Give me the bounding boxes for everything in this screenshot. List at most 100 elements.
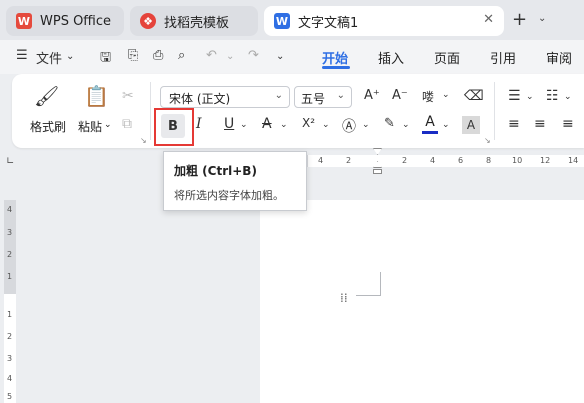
tab-label: 文字文稿1 [298, 15, 359, 31]
margin-corner-mark [356, 295, 380, 296]
clipboard-expand-icon[interactable]: ↘ [140, 136, 147, 145]
chevron-down-icon[interactable]: ⌄ [442, 90, 450, 100]
print-icon[interactable]: ⎙ [153, 48, 163, 63]
redo-icon[interactable]: ↷ [248, 48, 259, 63]
align-right-icon[interactable]: ≡ [562, 116, 574, 132]
font-size-value: 五号 [301, 92, 326, 106]
shrink-font-icon[interactable]: A⁻ [392, 88, 408, 103]
chevron-down-icon[interactable]: ⌄ [322, 120, 330, 130]
font-name-value: 宋体 (正文) [169, 92, 231, 106]
bullet-list-icon[interactable]: ☰ [508, 88, 521, 104]
tab-insert[interactable]: 插入 [378, 48, 404, 67]
chevron-down-icon[interactable]: ⌄ [66, 51, 74, 62]
chevron-down-icon[interactable]: ⌄ [226, 51, 234, 62]
clear-format-icon[interactable]: ⌫ [464, 88, 484, 104]
format-painter-icon[interactable]: 🖌 [34, 84, 59, 108]
ruler-number: 2 [346, 156, 352, 165]
ruler-number: 8 [486, 156, 492, 165]
tooltip-description: 将所选内容字体加粗。 [174, 189, 284, 202]
chevron-down-icon[interactable]: ⌄ [104, 120, 112, 130]
tab-label: 找稻壳模板 [164, 15, 230, 31]
ruler-number: 4 [7, 374, 13, 383]
phonetic-guide-icon[interactable]: 喽 [422, 88, 434, 105]
ruler-number: 2 [7, 250, 13, 259]
ruler-toggle-icon[interactable]: ∟ [6, 156, 14, 167]
document-page[interactable] [260, 200, 584, 403]
ruler-number: 2 [402, 156, 408, 165]
close-icon[interactable]: ✕ [483, 12, 494, 27]
tab-wps-office[interactable]: W WPS Office [6, 6, 124, 36]
ruler-number: 14 [568, 156, 579, 165]
format-painter-button[interactable]: 格式刷 [30, 118, 66, 135]
tab-references[interactable]: 引用 [490, 48, 516, 67]
print-preview-icon[interactable]: ⌕ [178, 48, 185, 63]
tab-page[interactable]: 页面 [434, 48, 460, 67]
font-size-select[interactable]: 五号 ⌄ [294, 86, 352, 108]
chevron-down-icon[interactable]: ⌄ [280, 120, 288, 130]
copy-icon[interactable]: ⧉ [122, 116, 132, 132]
grow-font-icon[interactable]: A⁺ [364, 88, 380, 103]
ruler-number: 1 [7, 310, 13, 319]
ruler-number: 2 [7, 332, 13, 341]
ruler-number: 5 [7, 392, 13, 401]
chevron-down-icon[interactable]: ⌄ [526, 92, 534, 102]
tab-bar: W WPS Office ❖ 找稻壳模板 W 文字文稿1 ✕ + ⌄ [0, 0, 584, 40]
chevron-down-icon: ⌄ [336, 90, 345, 101]
italic-button[interactable]: I [196, 116, 202, 132]
tooltip-title: 加粗 (Ctrl+B) [174, 164, 257, 178]
ruler-number: 4 [318, 156, 324, 165]
chevron-down-icon[interactable]: ⌄ [240, 120, 248, 130]
margin-corner-mark [380, 272, 381, 296]
align-center-icon[interactable]: ≡ [534, 116, 546, 132]
chevron-down-icon: ⌄ [274, 90, 283, 101]
font-color-letter: A [425, 114, 435, 130]
paste-icon[interactable]: 📋 [84, 84, 109, 108]
word-doc-icon: W [274, 13, 290, 29]
chevron-down-icon[interactable]: ⌄ [538, 13, 546, 24]
chevron-down-icon[interactable]: ⌄ [402, 120, 410, 130]
highlighter-icon[interactable]: ✎ [384, 116, 395, 131]
text-effect-icon[interactable]: Ⓐ [342, 116, 356, 136]
chevron-down-icon[interactable]: ⌄ [564, 92, 572, 102]
indent-marker[interactable] [373, 148, 382, 178]
quick-access-bar: ☰ 文件 ⌄ 🖫 ⎘ ⎙ ⌕ ↶ ⌄ ↷ ⌄ 开始 插入 页面 引用 审阅 [0, 40, 584, 74]
ruler-number: 10 [512, 156, 523, 165]
font-expand-icon[interactable]: ↘ [484, 136, 491, 145]
char-shading-button[interactable]: A [462, 116, 480, 134]
font-color-button[interactable]: A [422, 114, 438, 136]
ruler-number: 6 [458, 156, 464, 165]
tab-review[interactable]: 审阅 [546, 48, 572, 67]
strikethrough-button[interactable]: A [262, 116, 272, 132]
undo-icon[interactable]: ↶ [206, 48, 217, 63]
file-menu[interactable]: 文件 [36, 48, 62, 67]
chevron-down-icon[interactable]: ⌄ [276, 51, 284, 62]
tab-home[interactable]: 开始 [322, 48, 348, 67]
wps-logo-icon: W [16, 13, 32, 29]
save-icon[interactable]: 🖫 [100, 48, 111, 70]
chevron-down-icon[interactable]: ⌄ [362, 120, 370, 130]
active-tab-indicator [322, 66, 350, 69]
chevron-down-icon[interactable]: ⌄ [442, 120, 450, 130]
underline-button[interactable]: U [224, 116, 234, 132]
superscript-button[interactable]: X² [302, 116, 315, 130]
cut-icon[interactable]: ✂ [122, 88, 134, 104]
tab-daoke-template[interactable]: ❖ 找稻壳模板 [130, 6, 258, 36]
font-name-select[interactable]: 宋体 (正文) ⌄ [160, 86, 290, 108]
hamburger-icon[interactable]: ☰ [16, 48, 28, 63]
paragraph-drag-handle-icon[interactable]: ⁞⁞ [340, 292, 348, 304]
export-pdf-icon[interactable]: ⎘ [128, 48, 138, 63]
numbered-list-icon[interactable]: ☷ [546, 88, 559, 104]
bold-button[interactable]: B [161, 114, 185, 138]
daoke-icon: ❖ [140, 13, 156, 29]
ruler-number: 3 [7, 228, 13, 237]
ruler-number: 3 [7, 354, 13, 363]
ruler-number: 1 [7, 272, 13, 281]
bold-tooltip: 加粗 (Ctrl+B) 将所选内容字体加粗。 [163, 151, 307, 211]
divider [494, 82, 495, 140]
align-left-icon[interactable]: ≡ [508, 116, 520, 132]
new-tab-button[interactable]: + [512, 9, 527, 30]
divider [150, 82, 151, 140]
paste-button[interactable]: 粘贴 [78, 118, 102, 135]
font-color-bar [422, 131, 438, 134]
tab-document[interactable]: W 文字文稿1 ✕ [264, 6, 504, 36]
